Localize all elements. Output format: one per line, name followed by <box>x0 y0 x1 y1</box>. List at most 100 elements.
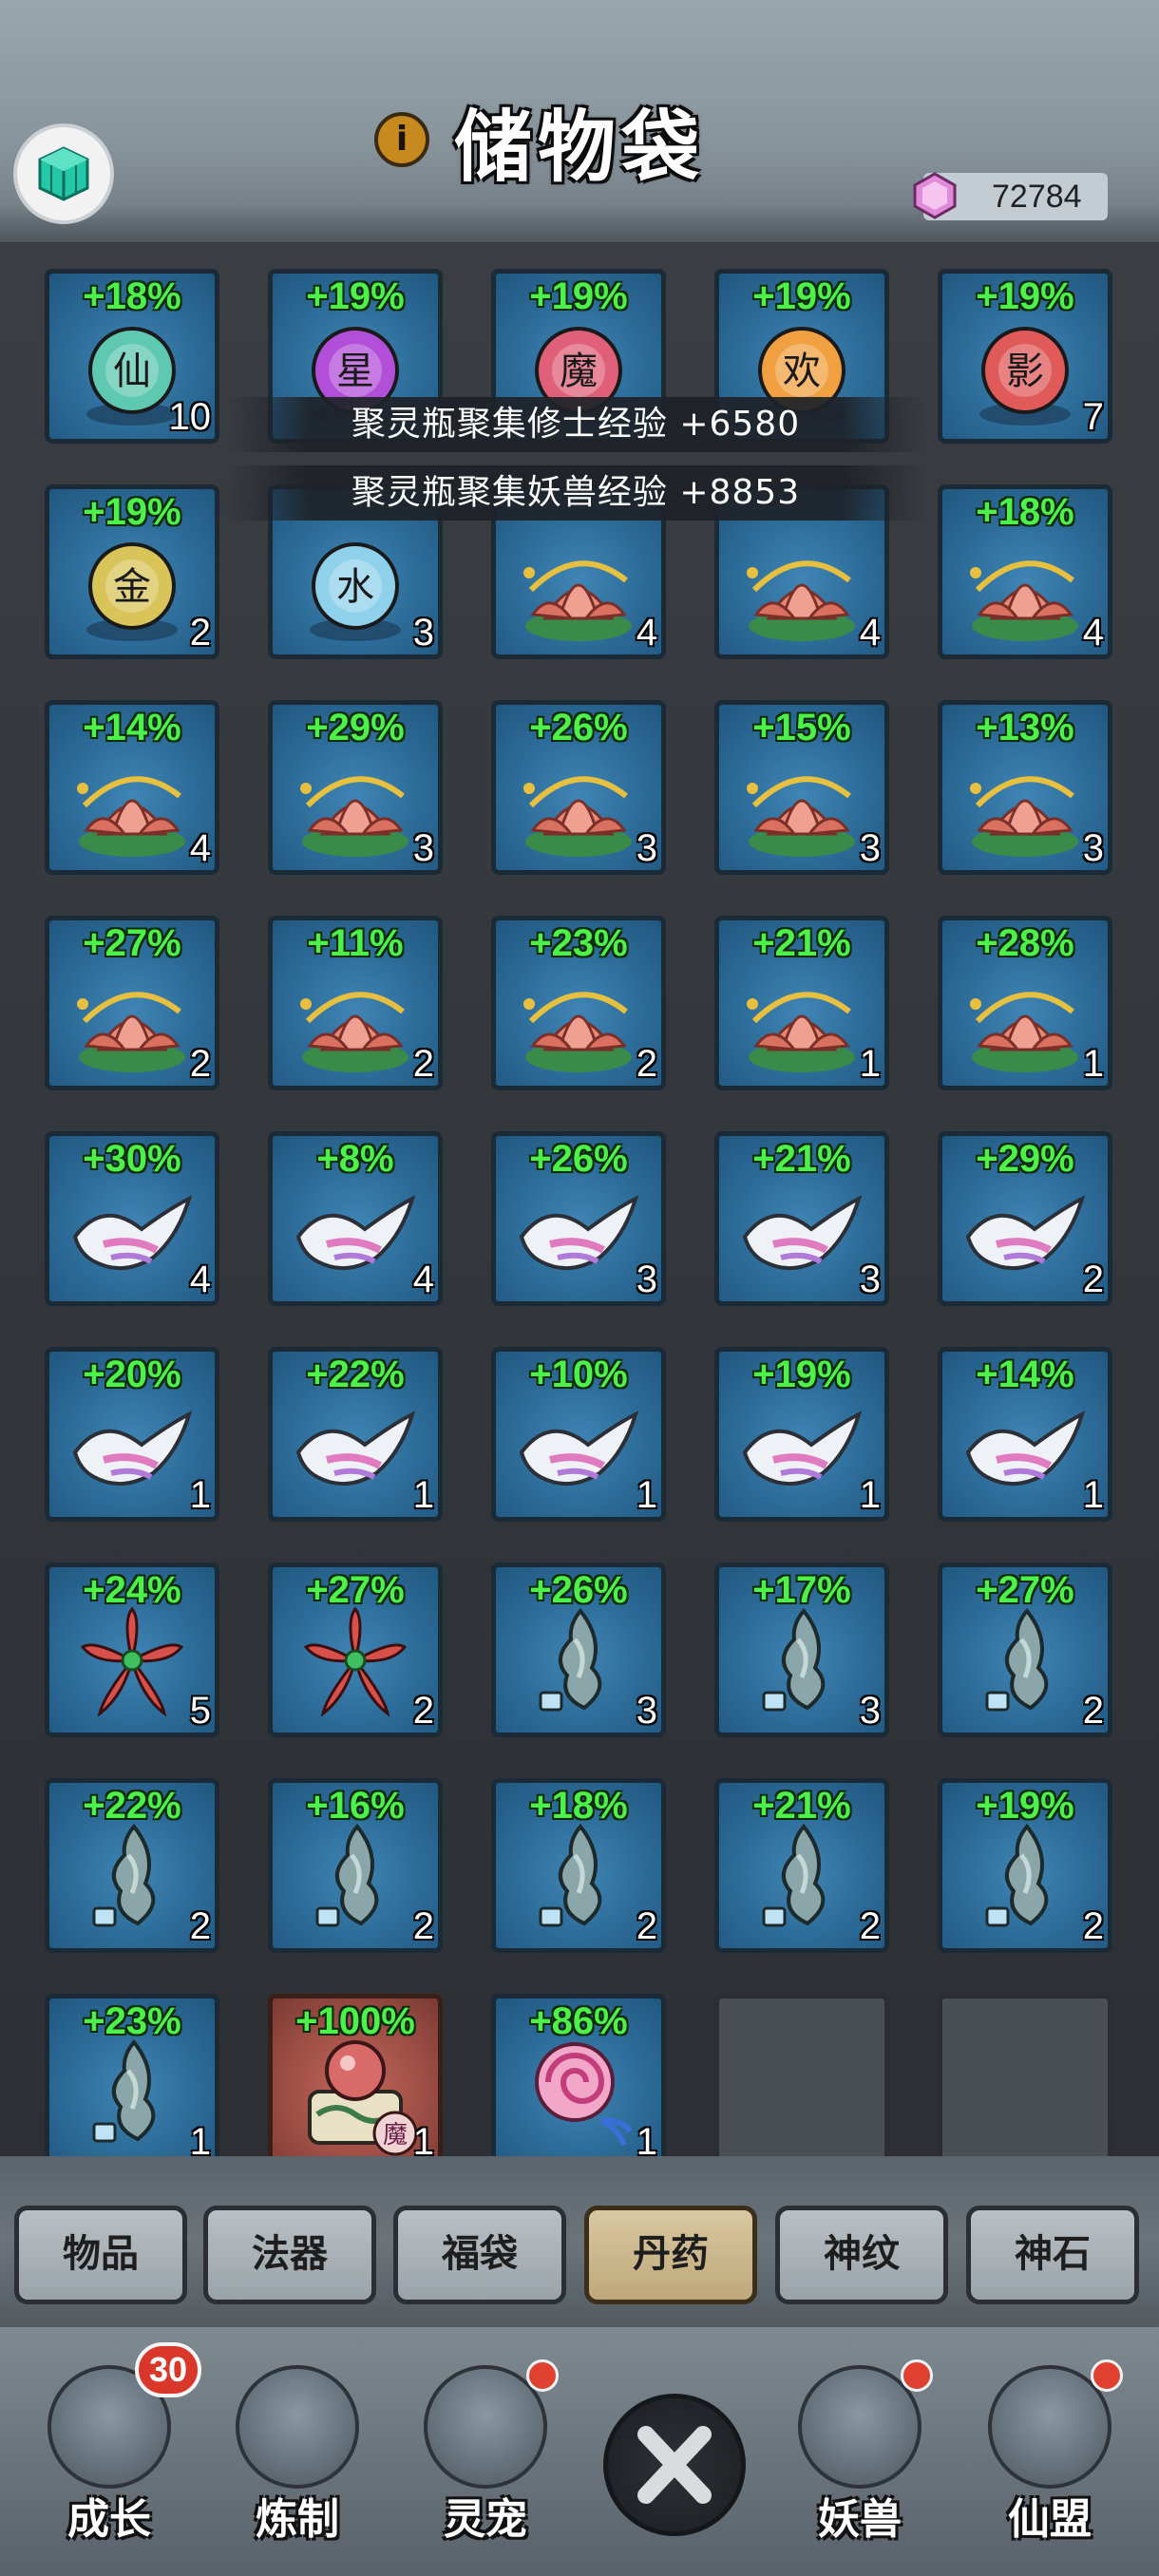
bonus-percent: +17% <box>752 1569 851 1611</box>
lotus-item-icon <box>523 992 632 1072</box>
bonus-percent: +18% <box>976 491 1074 533</box>
item-slot[interactable]: +19% 2 <box>938 1778 1112 1953</box>
notice-cultivator-exp: 聚灵瓶聚集修士经验 +6580 <box>224 397 927 452</box>
tab-5[interactable]: 神石 <box>966 2206 1139 2304</box>
gem-icon <box>913 172 957 219</box>
tab-2[interactable]: 福袋 <box>393 2206 566 2304</box>
item-slot[interactable]: +29% 3 <box>268 700 443 875</box>
item-quantity: 10 <box>168 396 212 438</box>
nav-item-2[interactable]: 灵宠 <box>405 2359 566 2555</box>
item-slot[interactable]: +10% 1 <box>491 1347 666 1522</box>
item-quantity: 3 <box>1082 827 1104 869</box>
item-slot[interactable]: +16% 2 <box>268 1778 443 1953</box>
bonus-percent: +19% <box>83 491 181 533</box>
item-slot[interactable]: +26% 3 <box>491 1131 666 1306</box>
item-quantity: 4 <box>189 1259 211 1300</box>
item-slot[interactable]: +29% 2 <box>938 1131 1112 1306</box>
bonus-percent: +27% <box>83 922 181 964</box>
item-quantity: 5 <box>189 1690 211 1732</box>
item-slot[interactable]: +23% 1 <box>45 1994 219 2169</box>
pendant-item-icon <box>92 1823 156 1927</box>
gem-counter: 72784 <box>913 172 1108 220</box>
tab-4[interactable]: 神纹 <box>775 2206 948 2304</box>
item-slot[interactable]: 仙 +18% 10 <box>45 269 219 444</box>
tab-0[interactable]: 物品 <box>14 2206 187 2304</box>
item-quantity: 1 <box>636 1474 657 1516</box>
item-slot[interactable]: +19% 1 <box>714 1347 889 1522</box>
item-quantity: 1 <box>859 1043 881 1085</box>
bonus-percent: +29% <box>976 1138 1074 1180</box>
item-slot[interactable]: +22% 2 <box>45 1778 219 1953</box>
lotus-item-icon <box>747 776 855 857</box>
empty-slot[interactable] <box>714 1994 889 2169</box>
fox-item-icon <box>965 1195 1086 1271</box>
red-dot-indicator <box>1091 2359 1123 2392</box>
item-slot[interactable]: +14% 1 <box>938 1347 1112 1522</box>
item-slot[interactable]: +20% 1 <box>45 1347 219 1522</box>
candy-item-icon <box>535 2042 633 2147</box>
item-slot[interactable]: +14% 4 <box>45 700 219 875</box>
bonus-percent: +100% <box>295 2000 415 2042</box>
gem-count: 72784 <box>992 179 1082 215</box>
bonus-percent: +23% <box>529 922 628 964</box>
item-slot[interactable]: +26% 3 <box>491 1563 666 1737</box>
item-slot[interactable]: +18% 2 <box>491 1778 666 1953</box>
bonus-percent: +10% <box>529 1354 628 1395</box>
pendant-item-icon <box>539 1823 602 1927</box>
fox-item-icon <box>519 1195 639 1271</box>
item-slot[interactable]: +86% 1 <box>491 1994 666 2169</box>
item-slot[interactable]: +28% 1 <box>938 916 1112 1090</box>
item-quantity: 4 <box>1082 612 1104 653</box>
item-slot[interactable]: +11% 2 <box>268 916 443 1090</box>
nav-item-1[interactable]: 炼制 <box>217 2365 378 2555</box>
pendant-item-icon <box>985 1823 1049 1927</box>
svg-text:欢: 欢 <box>783 350 821 393</box>
nav-label: 灵宠 <box>444 2495 527 2544</box>
flower-item-icon <box>80 1606 184 1717</box>
nav-item-3[interactable]: 妖兽 <box>779 2359 940 2555</box>
item-slot[interactable]: +8% 4 <box>268 1131 443 1306</box>
item-slot[interactable]: 魔 +100% 1 <box>268 1994 443 2169</box>
empty-slot[interactable] <box>938 1994 1112 2169</box>
pendant-item-icon <box>985 1607 1049 1712</box>
orb-item-icon: 金 <box>86 542 178 641</box>
item-slot[interactable]: +27% 2 <box>268 1563 443 1737</box>
item-quantity: 1 <box>189 1474 211 1516</box>
tab-3[interactable]: 丹药 <box>584 2206 757 2304</box>
bonus-percent: +30% <box>83 1138 181 1180</box>
tab-1[interactable]: 法器 <box>203 2206 376 2304</box>
item-slot[interactable]: +27% 2 <box>45 916 219 1090</box>
item-slot[interactable]: +21% 1 <box>714 916 889 1090</box>
item-slot[interactable]: +30% 4 <box>45 1131 219 1306</box>
lotus-item-icon <box>77 776 185 857</box>
lotus-item-icon <box>970 560 1078 641</box>
item-slot[interactable]: +21% 2 <box>714 1778 889 1953</box>
furnace-icon <box>236 2365 359 2489</box>
bonus-percent: +19% <box>752 1354 851 1395</box>
item-quantity: 3 <box>636 1259 657 1300</box>
item-slot[interactable]: +21% 3 <box>714 1131 889 1306</box>
item-slot[interactable]: +24% 5 <box>45 1563 219 1737</box>
close-button[interactable] <box>603 2394 746 2536</box>
item-slot[interactable]: 金 +19% 2 <box>45 484 219 659</box>
bonus-percent: +15% <box>752 707 851 748</box>
item-slot[interactable]: +26% 3 <box>491 700 666 875</box>
item-slot[interactable]: +17% 3 <box>714 1563 889 1737</box>
nav-item-0[interactable]: 30 成长 <box>28 2342 201 2555</box>
item-slot[interactable]: +27% 2 <box>938 1563 1112 1737</box>
item-slot[interactable]: +13% 3 <box>938 700 1112 875</box>
item-slot[interactable]: +15% 3 <box>714 700 889 875</box>
bonus-percent: +27% <box>306 1569 405 1611</box>
item-slot[interactable]: 影 +19% 7 <box>938 269 1112 444</box>
item-quantity: 3 <box>859 827 881 869</box>
item-slot[interactable]: +22% 1 <box>268 1347 443 1522</box>
fox-item-icon <box>295 1411 416 1487</box>
item-slot[interactable]: +18% 4 <box>938 484 1112 659</box>
red-dot-indicator <box>526 2359 559 2392</box>
bonus-percent: +19% <box>306 275 405 317</box>
item-slot[interactable]: +23% 2 <box>491 916 666 1090</box>
fox-item-icon <box>72 1411 193 1487</box>
nav-item-4[interactable]: 仙盟 <box>969 2359 1130 2555</box>
orb-item-icon: 水 <box>310 542 401 641</box>
item-quantity: 2 <box>189 1905 211 1947</box>
